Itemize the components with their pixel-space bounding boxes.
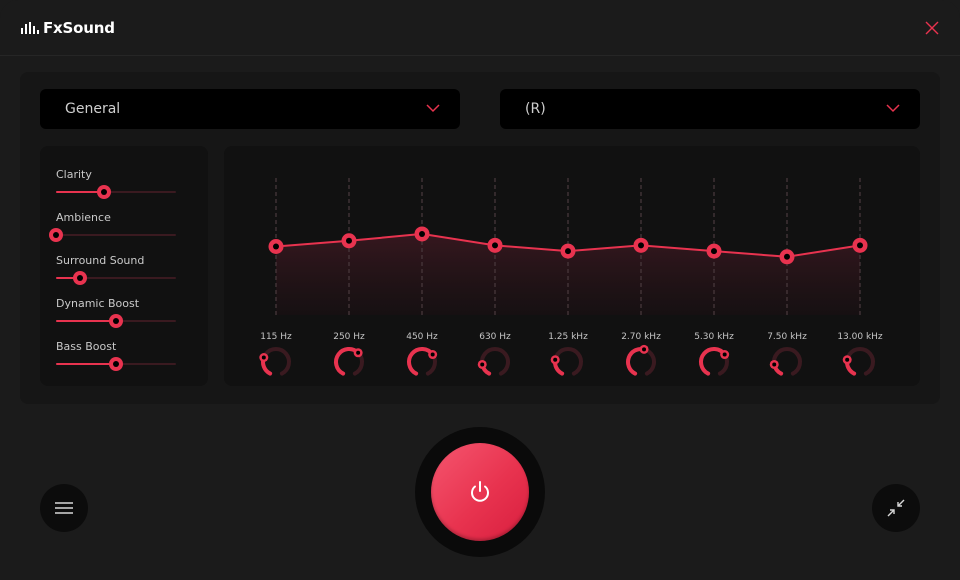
effect-label: Clarity xyxy=(56,168,92,181)
eq-band-handle[interactable] xyxy=(633,237,649,253)
effect-slider[interactable] xyxy=(56,271,176,285)
slider-thumb[interactable] xyxy=(109,314,123,328)
effect-bass-boost: Bass Boost xyxy=(56,340,176,371)
eq-band-label: 2.70 kHz xyxy=(621,332,661,342)
eq-band-knob[interactable] xyxy=(769,344,805,380)
eq-band-label: 115 Hz xyxy=(260,332,292,342)
equalizer-bars-icon xyxy=(21,22,39,34)
effect-label: Surround Sound xyxy=(56,254,145,267)
eq-band-knob[interactable] xyxy=(842,344,878,380)
eq-band-handle[interactable] xyxy=(414,226,430,242)
eq-band-knob[interactable] xyxy=(331,344,367,380)
eq-band-handle[interactable] xyxy=(268,239,284,254)
effect-surround-sound: Surround Sound xyxy=(56,254,176,285)
effect-clarity: Clarity xyxy=(56,168,176,199)
power-button[interactable] xyxy=(431,443,529,541)
chevron-down-icon xyxy=(886,104,900,113)
slider-thumb[interactable] xyxy=(73,271,87,285)
slider-thumb[interactable] xyxy=(49,228,63,242)
eq-band-knob[interactable] xyxy=(477,344,513,380)
effect-slider[interactable] xyxy=(56,314,176,328)
slider-thumb[interactable] xyxy=(109,357,123,371)
chevron-down-icon xyxy=(426,104,440,113)
output-device-selected: (R) xyxy=(525,101,546,117)
eq-band-label: 250 Hz xyxy=(333,332,365,342)
effect-ambience: Ambience xyxy=(49,211,176,242)
eq-band-label: 13.00 kHz xyxy=(837,332,883,342)
eq-band-knob[interactable] xyxy=(696,344,732,380)
effect-slider[interactable] xyxy=(49,228,176,242)
effects-panel: Clarity Ambience Surround Sound Dynamic Boo… xyxy=(40,146,208,386)
eq-band-handle[interactable] xyxy=(779,249,795,265)
eq-band-knob[interactable] xyxy=(404,344,440,380)
effect-label: Bass Boost xyxy=(56,340,117,353)
effect-dynamic-boost: Dynamic Boost xyxy=(56,297,176,328)
eq-band-handle[interactable] xyxy=(852,237,868,253)
eq-band-label: 630 Hz xyxy=(479,332,511,342)
effect-slider[interactable] xyxy=(56,357,176,371)
collapse-arrows-icon xyxy=(887,499,905,517)
power-icon xyxy=(471,481,489,502)
eq-band-handle[interactable] xyxy=(706,243,722,259)
eq-band-handle[interactable] xyxy=(560,243,576,259)
app-title: FxSound xyxy=(43,19,115,37)
effect-label: Ambience xyxy=(56,211,111,224)
eq-band-knob[interactable] xyxy=(623,344,659,380)
effect-slider[interactable] xyxy=(56,185,176,199)
equalizer-panel: 115 Hz 250 Hz 450 Hz 630 Hz 1.25 kHz 2.70 kHz… xyxy=(224,146,920,386)
eq-band-handle[interactable] xyxy=(487,237,503,253)
menu-button[interactable] xyxy=(40,484,88,532)
minimize-view-button[interactable] xyxy=(872,484,920,532)
eq-band-label: 5.30 kHz xyxy=(694,332,734,342)
slider-track xyxy=(56,234,176,236)
slider-fill xyxy=(56,320,116,322)
slider-thumb[interactable] xyxy=(97,185,111,199)
hamburger-menu-icon xyxy=(55,502,73,514)
preset-dropdown[interactable]: General xyxy=(40,89,460,129)
eq-band-label: 1.25 kHz xyxy=(548,332,588,342)
title-bar: FxSound xyxy=(0,0,960,56)
eq-band-knob[interactable] xyxy=(258,344,294,380)
effect-label: Dynamic Boost xyxy=(56,297,140,310)
eq-band-label: 7.50 kHz xyxy=(767,332,807,342)
eq-band-handle[interactable] xyxy=(341,233,357,249)
close-button[interactable] xyxy=(922,18,942,38)
preset-selected: General xyxy=(65,101,121,117)
fxsound-window: FxSound General (R) Clarity Ambience Surro… xyxy=(0,0,960,580)
output-device-dropdown[interactable]: (R) xyxy=(500,89,920,129)
eq-band-knob[interactable] xyxy=(550,344,586,380)
close-icon xyxy=(925,21,939,35)
eq-band-label: 450 Hz xyxy=(406,332,438,342)
app-logo: FxSound xyxy=(21,19,115,37)
slider-fill xyxy=(56,363,116,365)
